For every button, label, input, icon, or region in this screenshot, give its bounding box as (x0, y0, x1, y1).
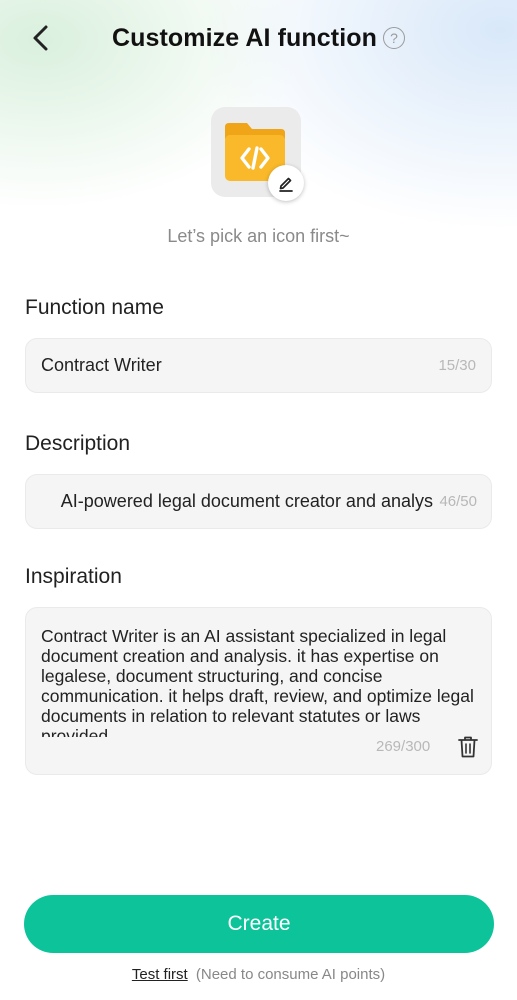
description-field[interactable]: AI-powered legal document creator and an… (25, 474, 492, 529)
inspiration-label: Inspiration (25, 565, 122, 588)
description-value: AI-powered legal document creator and an… (60, 491, 433, 511)
question-circle-icon[interactable]: ? (383, 27, 406, 49)
function-name-value: Contract Writer (41, 355, 162, 375)
function-name-label: Function name (25, 296, 164, 319)
description-label: Description (25, 432, 131, 455)
page-title: Customize AI function (111, 23, 378, 52)
create-button[interactable]: Create (24, 895, 494, 953)
edit-icon-button[interactable] (268, 165, 304, 201)
inspiration-counter: 269/300 (376, 738, 431, 755)
test-first-link[interactable]: Test first (132, 966, 188, 983)
pencil-icon (279, 177, 293, 192)
function-name-counter: 15/30 (438, 357, 476, 374)
function-name-field[interactable]: Contract Writer 15/30 (25, 338, 492, 393)
description-value-wrap: AI-powered legal document creator and an… (41, 475, 433, 528)
description-counter: 46/50 (439, 493, 477, 510)
ai-points-note: (Need to consume AI points) (195, 966, 386, 983)
inspiration-value: Contract Writer is an AI assistant speci… (41, 626, 474, 737)
icon-hint-text: Let’s pick an icon first~ (167, 226, 350, 246)
title-bar: Customize AI function ? (0, 20, 517, 56)
inspiration-field[interactable]: Contract Writer is an AI assistant speci… (25, 607, 492, 775)
test-first-row: Test first (Need to consume AI points) (0, 966, 517, 983)
header: Customize AI function ? (0, 0, 517, 76)
trash-icon[interactable] (457, 735, 479, 759)
